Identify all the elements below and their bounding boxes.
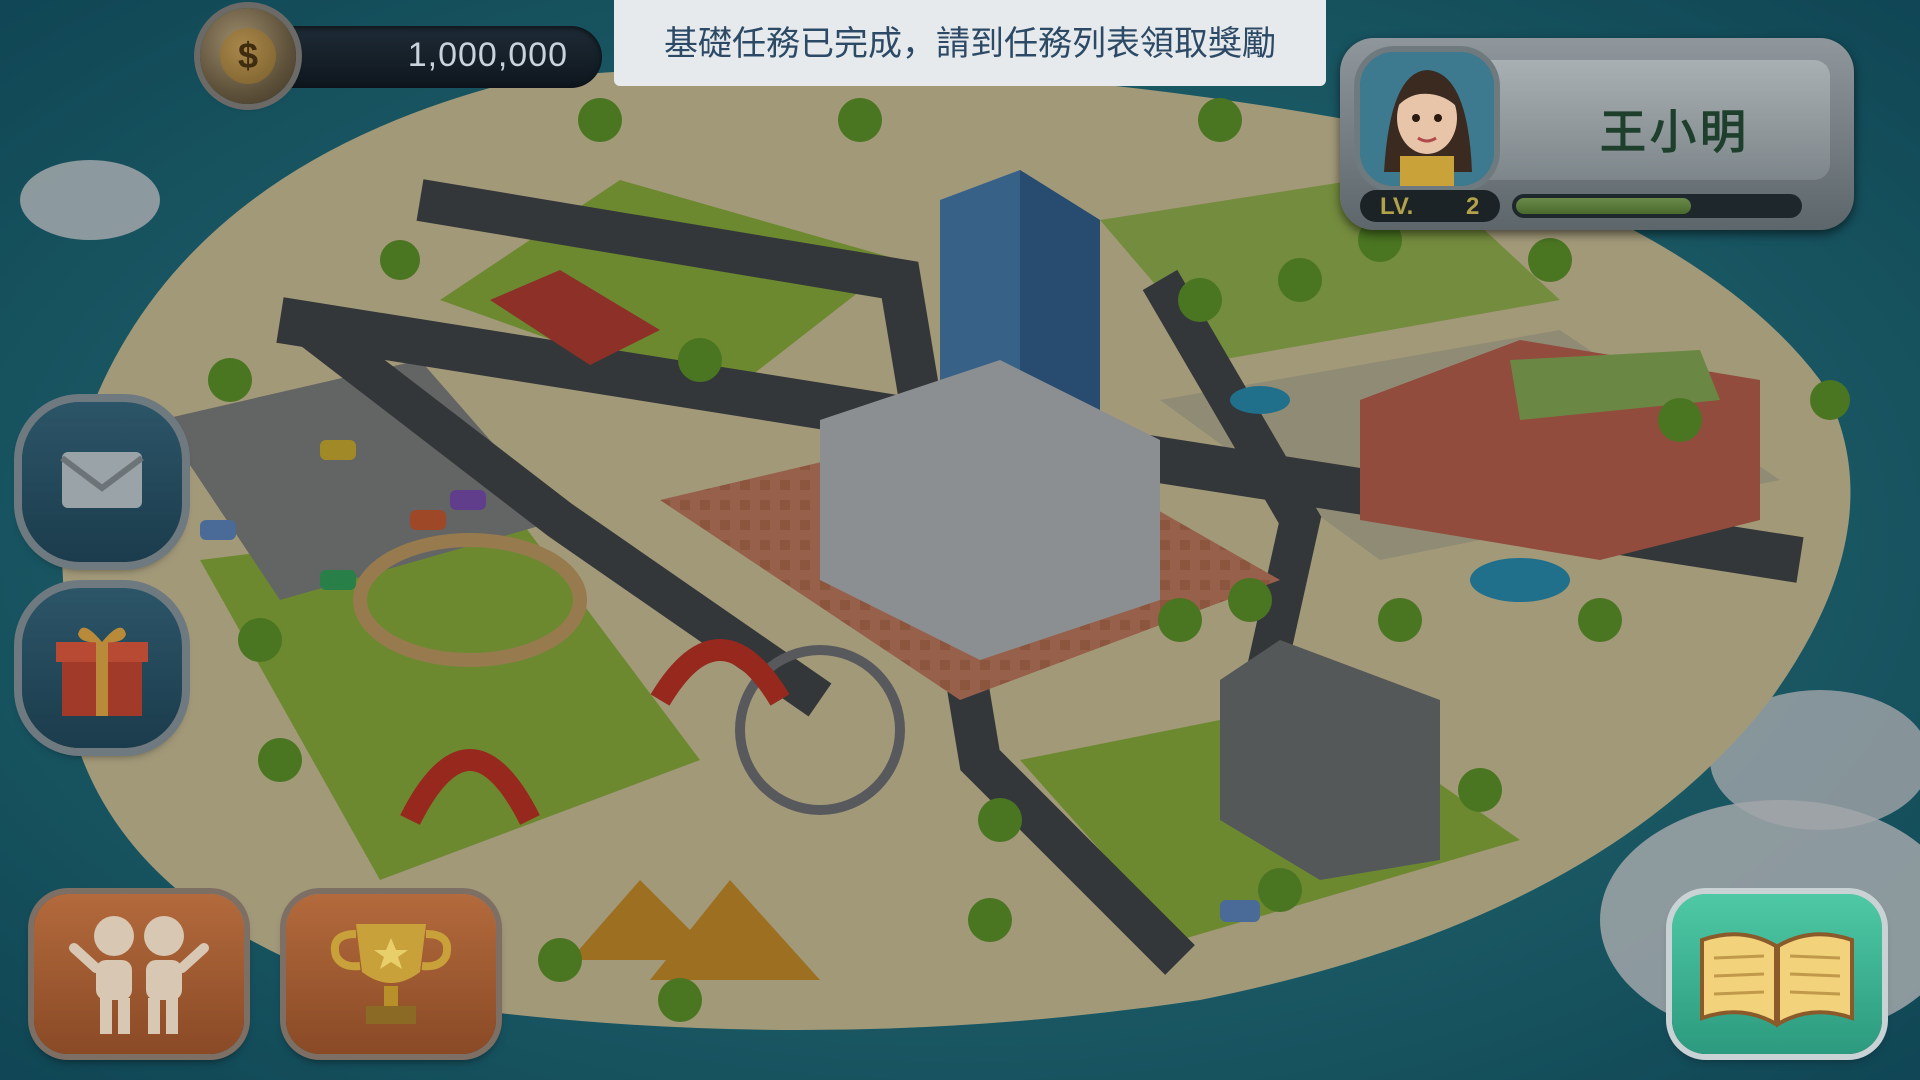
level-value: 2 [1466, 193, 1480, 220]
level-label: LV. [1380, 193, 1414, 220]
level-badge: LV. 2 [1360, 190, 1500, 222]
xp-progress-fill [1516, 198, 1691, 214]
quest-book-button[interactable] [1672, 894, 1882, 1054]
mail-icon [60, 452, 144, 508]
friends-button[interactable] [34, 894, 244, 1054]
dollar-sign-icon: $ [220, 28, 276, 84]
player-profile-card[interactable]: 王小明 LV. 2 [1340, 38, 1854, 230]
friends-icon [69, 916, 209, 1034]
open-book-icon [1700, 932, 1854, 1028]
gift-icon [56, 627, 148, 716]
coin-icon: $ [200, 8, 296, 104]
player-avatar[interactable] [1360, 52, 1494, 186]
gift-button[interactable] [22, 588, 182, 748]
woman-portrait-icon [1360, 52, 1494, 186]
xp-progress-bar [1512, 194, 1802, 218]
player-name: 王小明 [1600, 105, 1750, 159]
trophy-icon [331, 924, 451, 1024]
coin-amount: 1,000,000 [407, 36, 568, 74]
quest-complete-notification: 基礎任務已完成，請到任務列表領取獎勵 [614, 0, 1326, 86]
trophy-button[interactable] [286, 894, 496, 1054]
mail-button[interactable] [22, 402, 182, 562]
